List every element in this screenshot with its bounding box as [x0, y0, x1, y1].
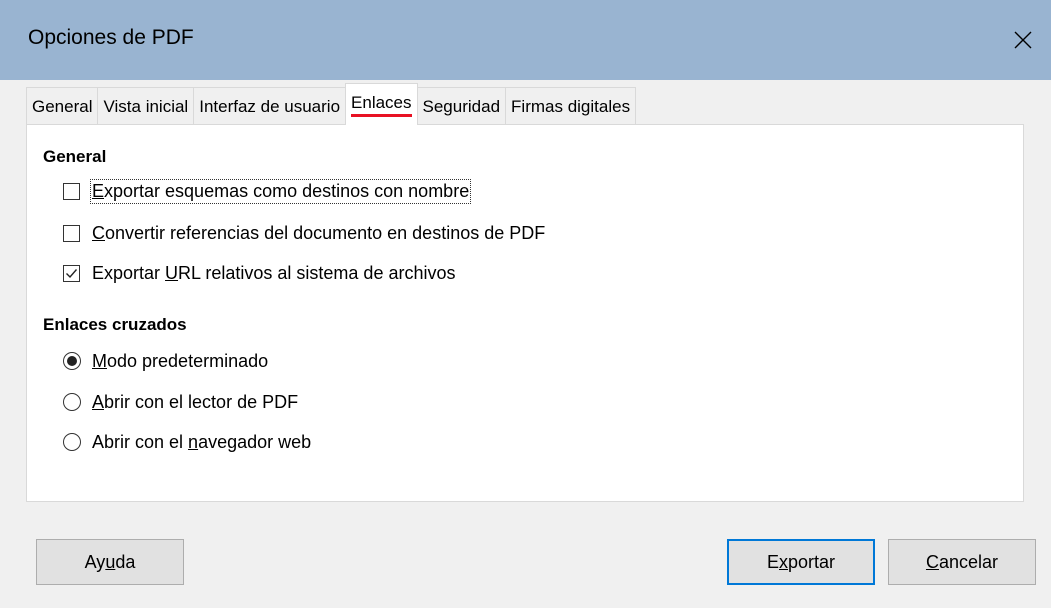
tab-bar: General Vista inicial Interfaz de usuari…	[26, 82, 637, 125]
button-label: Cancelar	[925, 551, 999, 572]
option-label: Abrir con el navegador web	[92, 431, 312, 452]
help-button[interactable]: Ayuda	[36, 539, 184, 585]
close-button[interactable]	[995, 0, 1051, 80]
tab-links[interactable]: Enlaces	[345, 83, 418, 125]
section-title-cross-links: Enlaces cruzados	[43, 315, 187, 334]
title-bar: Opciones de PDF	[0, 0, 1051, 80]
tab-general[interactable]: General	[26, 87, 99, 125]
tab-label: Firmas digitales	[511, 96, 631, 116]
export-relative-urls-option[interactable]: Exportar URL relativos al sistema de arc…	[63, 259, 455, 287]
close-icon	[1014, 31, 1032, 49]
tab-label: Seguridad	[422, 96, 501, 116]
tab-label: Enlaces	[351, 93, 412, 117]
tab-label: General	[32, 96, 93, 116]
export-outlines-checkbox[interactable]	[63, 182, 80, 200]
open-browser-radio[interactable]	[63, 433, 81, 451]
tab-security[interactable]: Seguridad	[416, 87, 507, 125]
tab-digital-signatures[interactable]: Firmas digitales	[505, 87, 637, 125]
button-label: Exportar	[766, 551, 836, 572]
export-button[interactable]: Exportar	[727, 539, 875, 585]
option-label: Exportar esquemas como destinos con nomb…	[89, 178, 472, 204]
convert-references-checkbox[interactable]	[63, 224, 80, 242]
option-label: Exportar URL relativos al sistema de arc…	[92, 262, 456, 283]
button-label: Ayuda	[84, 551, 136, 572]
open-pdf-reader-option[interactable]: Abrir con el lector de PDF	[63, 388, 298, 416]
links-panel: General Exportar esquemas como destinos …	[26, 124, 1024, 502]
section-title-general: General	[43, 147, 107, 166]
option-label: Modo predeterminado	[92, 350, 269, 371]
default-mode-radio[interactable]	[63, 352, 81, 370]
tab-initial-view[interactable]: Vista inicial	[97, 87, 195, 125]
option-label: Abrir con el lector de PDF	[92, 391, 299, 412]
tab-label: Interfaz de usuario	[199, 96, 341, 116]
cancel-button[interactable]: Cancelar	[888, 539, 1036, 585]
export-outlines-option[interactable]: Exportar esquemas como destinos con nomb…	[63, 177, 472, 205]
tab-label: Vista inicial	[103, 96, 189, 116]
checkmark-icon	[66, 268, 78, 278]
window-title: Opciones de PDF	[28, 26, 194, 49]
radio-selected-dot	[67, 356, 77, 366]
option-label: Convertir referencias del documento en d…	[92, 222, 546, 243]
open-browser-option[interactable]: Abrir con el navegador web	[63, 428, 311, 456]
open-pdf-reader-radio[interactable]	[63, 393, 81, 411]
default-mode-option[interactable]: Modo predeterminado	[63, 347, 268, 375]
export-relative-urls-checkbox[interactable]	[63, 264, 80, 282]
convert-references-option[interactable]: Convertir referencias del documento en d…	[63, 219, 545, 247]
tab-user-interface[interactable]: Interfaz de usuario	[193, 87, 347, 125]
